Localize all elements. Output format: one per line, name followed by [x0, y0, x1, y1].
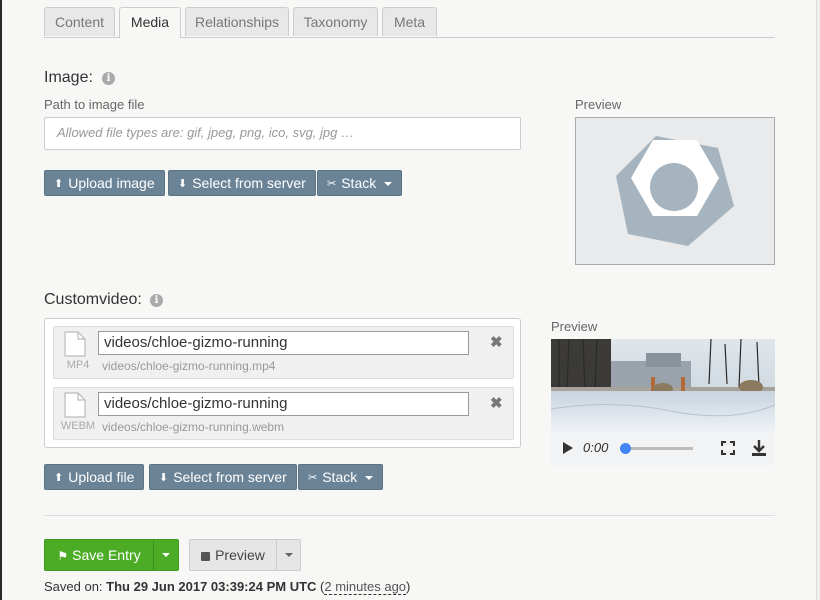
- info-icon[interactable]: i: [102, 72, 115, 85]
- saved-prefix: Saved on:: [44, 579, 103, 594]
- image-placeholder-icon: [616, 136, 734, 246]
- select-from-server-button[interactable]: ⬇︎ Select from server: [149, 464, 297, 490]
- caret-down-icon: [285, 553, 293, 557]
- caret-down-icon: [365, 476, 374, 480]
- video-file-path: videos/chloe-gizmo-running.mp4: [102, 359, 276, 373]
- video-path-input[interactable]: videos/chloe-gizmo-running: [98, 392, 469, 416]
- file-type-label: WEBM: [60, 420, 96, 432]
- close-icon[interactable]: ✖︎: [490, 333, 503, 351]
- preview-button[interactable]: Preview: [190, 540, 276, 570]
- tab-bar: Content Media Relationships Taxonomy Met…: [44, 0, 775, 38]
- file-type-label: MP4: [66, 359, 90, 371]
- stack-label: Stack: [341, 175, 377, 191]
- video-frame: [551, 339, 775, 432]
- video-controls: 0:00: [551, 432, 775, 465]
- saved-date: Thu 29 Jun 2017 03:39:24 PM UTC: [106, 579, 317, 594]
- download-icon: ⬇︎: [159, 472, 169, 484]
- fullscreen-icon[interactable]: [720, 440, 736, 456]
- download-icon[interactable]: [750, 439, 768, 457]
- video-file-path: videos/chloe-gizmo-running.webm: [102, 420, 285, 434]
- video-field-label: Customvideo:: [44, 291, 142, 308]
- upload-image-button[interactable]: ⬆︎ Upload image: [44, 170, 165, 196]
- upload-file-label: Upload file: [68, 469, 135, 485]
- save-entry-button-group: ⚑ Save Entry: [44, 539, 179, 571]
- list-item: WEBM videos/chloe-gizmo-running videos/c…: [53, 387, 514, 440]
- video-preview-label: Preview: [551, 319, 598, 334]
- caret-down-icon: [162, 553, 170, 557]
- save-entry-label: Save Entry: [72, 547, 141, 563]
- video-file-list: MP4 videos/chloe-gizmo-running videos/ch…: [44, 318, 521, 448]
- section-divider: [44, 515, 775, 516]
- image-field-label: Image:: [44, 69, 93, 86]
- save-entry-button[interactable]: ⚑ Save Entry: [45, 540, 153, 570]
- stack-dropdown-button[interactable]: ✂︎ Stack: [298, 464, 384, 490]
- save-options-dropdown[interactable]: [154, 540, 178, 570]
- image-path-input[interactable]: Allowed file types are: gif, jpeg, png, …: [44, 117, 521, 150]
- video-path-input[interactable]: videos/chloe-gizmo-running: [98, 331, 469, 355]
- select-from-server-label: Select from server: [173, 469, 287, 485]
- external-link-icon: [201, 552, 211, 561]
- flag-icon: ⚑: [57, 549, 69, 563]
- select-from-server-label: Select from server: [192, 175, 306, 191]
- saved-relative-time: 2 minutes ago: [324, 579, 407, 595]
- video-time: 0:00: [583, 440, 609, 455]
- file-icon: [64, 392, 86, 418]
- download-icon: ⬇︎: [178, 178, 188, 190]
- select-from-server-button[interactable]: ⬇︎ Select from server: [168, 170, 316, 196]
- image-preview-label: Preview: [575, 97, 622, 112]
- close-icon[interactable]: ✖︎: [490, 394, 503, 412]
- upload-file-button[interactable]: ⬆︎ Upload file: [44, 464, 145, 490]
- tab-taxonomy[interactable]: Taxonomy: [293, 7, 378, 36]
- video-progress-knob[interactable]: [620, 443, 631, 454]
- preview-label: Preview: [215, 547, 265, 563]
- image-preview: [575, 117, 775, 265]
- caret-down-icon: [384, 182, 393, 186]
- video-progress-track[interactable]: [625, 447, 693, 450]
- video-player[interactable]: 0:00: [551, 339, 775, 465]
- saved-status: Saved on: Thu 29 Jun 2017 03:39:24 PM UT…: [44, 579, 411, 595]
- upload-image-label: Upload image: [68, 175, 155, 191]
- file-icon: [64, 331, 86, 357]
- window-edge: [0, 0, 2, 600]
- upload-icon: ⬆︎: [54, 178, 64, 190]
- tab-relationships[interactable]: Relationships: [185, 7, 289, 36]
- image-path-label: Path to image file: [44, 97, 145, 112]
- info-icon[interactable]: i: [150, 294, 163, 307]
- stack-dropdown-button[interactable]: ✂︎ Stack: [317, 170, 403, 196]
- tab-content[interactable]: Content: [44, 7, 115, 36]
- list-item: MP4 videos/chloe-gizmo-running videos/ch…: [53, 326, 514, 379]
- tab-meta[interactable]: Meta: [382, 7, 437, 36]
- paperclip-icon: ✂︎: [308, 472, 318, 484]
- upload-icon: ⬆︎: [54, 472, 64, 484]
- right-sidebar-edge: [816, 0, 820, 600]
- preview-options-dropdown[interactable]: [277, 540, 300, 570]
- tab-media[interactable]: Media: [119, 7, 181, 38]
- play-icon[interactable]: [562, 441, 574, 455]
- stack-label: Stack: [322, 469, 358, 485]
- preview-button-group: Preview: [189, 539, 301, 571]
- paperclip-icon: ✂︎: [327, 178, 337, 190]
